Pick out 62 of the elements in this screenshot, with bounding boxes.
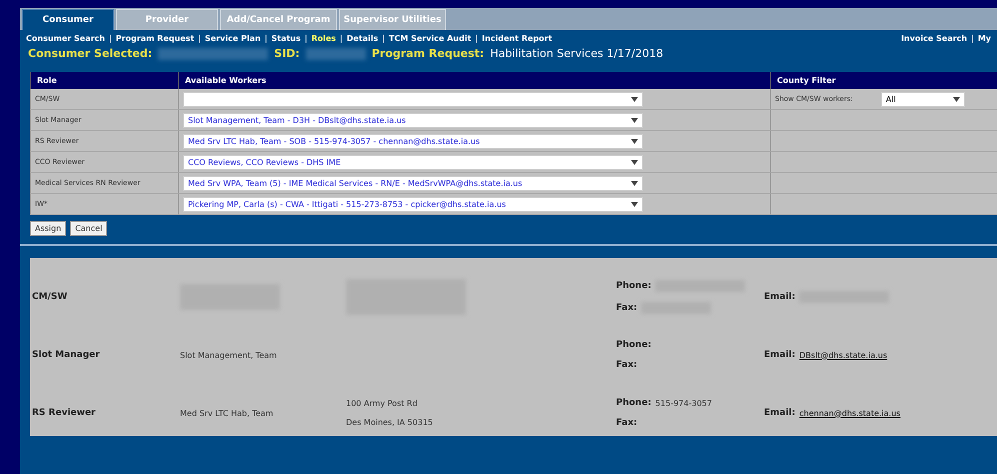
tab[interactable]: Consumer [22, 9, 114, 30]
nav-link[interactable]: My [978, 34, 991, 43]
separator: | [108, 34, 112, 43]
nav-link[interactable]: Roles [311, 34, 336, 43]
worker-dropdown[interactable]: Slot Management, Team - D3H - DBslt@dhs.state.ia.us [183, 112, 643, 128]
address-line: Des Moines, IA 50315 [346, 418, 434, 427]
separator: | [304, 34, 308, 43]
fax-label: Fax: [616, 303, 638, 313]
role-label: CM/SW [32, 292, 68, 302]
email-label: Email: [764, 350, 796, 360]
column-header: Role [30, 72, 178, 89]
worker-dropdown[interactable]: Med Srv WPA, Team (5) - IME Medical Services - RN/E - MedSrvWPA@dhs.state.ia.us [183, 176, 643, 190]
redacted-area [306, 48, 366, 60]
worker-dropdown[interactable]: Med Srv LTC Hab, Team - SOB - 515-974-3057 - chennan@dhs.state.ia.us [183, 134, 643, 148]
county-dropdown[interactable]: All [880, 92, 965, 106]
phone-label: Phone: [616, 340, 652, 350]
worker-name: Med Srv LTC Hab, Team [180, 408, 274, 418]
caret-icon [631, 138, 638, 144]
nav-link[interactable]: Invoice Search [901, 34, 968, 43]
fax-label: Fax: [616, 360, 638, 370]
nav-link[interactable]: Details [346, 34, 378, 43]
separator: | [971, 34, 974, 43]
worker-dropdown[interactable]: CCO Reviews, CCO Reviews - DHS IME [183, 154, 643, 170]
nav-link[interactable]: TCM Service Audit [388, 34, 472, 43]
column-header: County Filter [770, 72, 997, 89]
caret-icon [631, 160, 638, 164]
nav-link[interactable]: Service Plan [204, 34, 261, 43]
worker-dropdown[interactable] [183, 92, 643, 106]
caret-icon [631, 118, 638, 122]
address-line: 100 Army Post Rd [346, 399, 418, 408]
phone-label: Phone: [616, 398, 652, 408]
worker-dropdown[interactable]: Pickering MP, Carla (s) - CWA - Ittigati - 515-273-8753 - cpicker@dhs.state.ia.us [183, 196, 643, 212]
program-value: Habilitation Services 1/17/2018 [490, 47, 664, 60]
sid-label: SID: [274, 47, 300, 60]
column-header: Available Workers [178, 72, 770, 89]
separator: | [475, 34, 478, 43]
worker-name: Slot Management, Team [180, 350, 278, 360]
separator: | [198, 34, 201, 43]
caret-icon [952, 96, 960, 102]
fax-label: Fax: [616, 418, 638, 428]
separator: | [264, 34, 268, 43]
phone-number: 515-974-3057 [655, 398, 712, 408]
nav-link[interactable]: Incident Report [482, 34, 552, 43]
separator: | [340, 34, 343, 43]
consumer-label: Consumer Selected: [28, 47, 152, 60]
email-label: Email: [764, 292, 796, 302]
separator: | [382, 34, 385, 43]
phone-label: Phone: [616, 281, 652, 291]
assign-button[interactable]: Assign [30, 221, 66, 236]
role-label: RS Reviewer [32, 408, 96, 418]
email-link[interactable]: DBslt@dhs.state.ia.us [799, 350, 888, 360]
nav-link[interactable]: Consumer Search [26, 34, 105, 43]
role-label: Slot Manager [32, 350, 101, 360]
caret-icon [631, 180, 638, 186]
email-link[interactable]: chennan@dhs.state.ia.us [799, 408, 900, 418]
caret-icon [631, 96, 638, 102]
program-label: Program Request: [372, 47, 484, 60]
email-label: Email: [764, 408, 796, 418]
nav-link[interactable]: Status [271, 34, 301, 43]
cancel-button[interactable]: Cancel [70, 221, 108, 236]
caret-icon [631, 202, 638, 206]
nav-link[interactable]: Program Request [116, 34, 194, 43]
